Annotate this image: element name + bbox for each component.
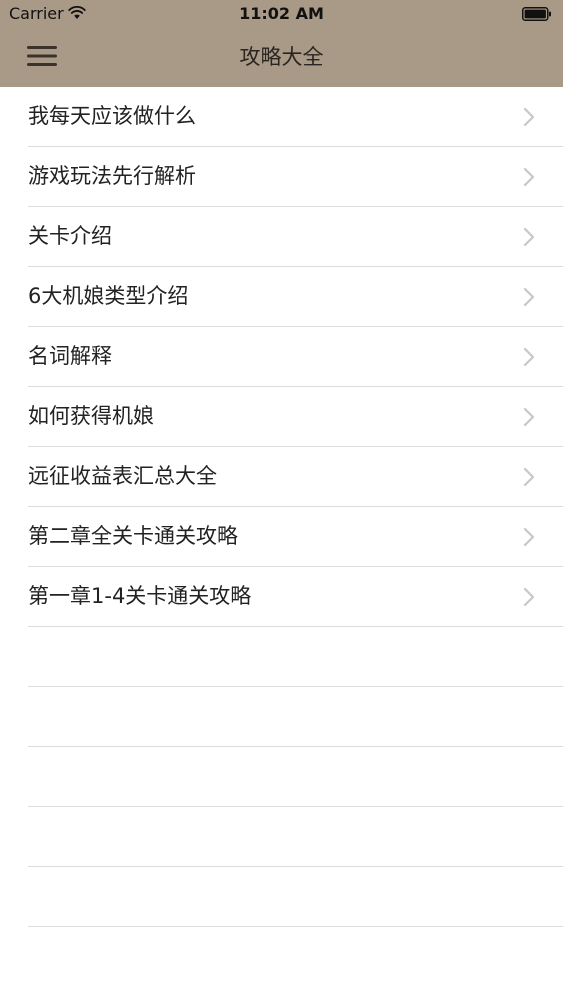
list-item-label: 如何获得机娘 [28,404,154,428]
list-item[interactable]: 6大机娘类型介绍 [0,267,563,327]
empty-row [0,867,563,927]
chevron-right-icon [523,347,535,367]
list-item-label: 6大机娘类型介绍 [28,284,189,308]
empty-row [0,807,563,867]
list-item-label: 名词解释 [28,344,112,368]
list-item[interactable]: 第一章1-4关卡通关攻略 [0,567,563,627]
empty-row [0,687,563,747]
list-item[interactable]: 远征收益表汇总大全 [0,447,563,507]
chevron-right-icon [523,407,535,427]
status-time: 11:02 AM [239,4,324,23]
list-item-label: 远征收益表汇总大全 [28,464,217,488]
empty-row [0,747,563,807]
chevron-right-icon [523,287,535,307]
empty-row [0,627,563,687]
list-item-label: 我每天应该做什么 [28,104,196,128]
list-item-label: 关卡介绍 [28,224,112,248]
list-item[interactable]: 如何获得机娘 [0,387,563,447]
list-item[interactable]: 关卡介绍 [0,207,563,267]
list-item[interactable]: 名词解释 [0,327,563,387]
chevron-right-icon [523,167,535,187]
chevron-right-icon [523,227,535,247]
list-item[interactable]: 游戏玩法先行解析 [0,147,563,207]
guide-list: 我每天应该做什么 游戏玩法先行解析 关卡介绍 6大机娘类型介绍 名词解释 如何获… [0,87,563,927]
list-item[interactable]: 第二章全关卡通关攻略 [0,507,563,567]
list-item-label: 第二章全关卡通关攻略 [28,524,238,548]
page-title: 攻略大全 [239,45,324,69]
chevron-right-icon [523,107,535,127]
battery-icon [522,7,551,21]
status-bar: Carrier 11:02 AM [0,0,563,28]
chevron-right-icon [523,587,535,607]
chevron-right-icon [523,527,535,547]
header: Carrier 11:02 AM 攻略大全 [0,0,563,87]
chevron-right-icon [523,467,535,487]
navigation-bar: 攻略大全 [0,28,563,87]
list-item-label: 第一章1-4关卡通关攻略 [28,584,252,608]
list-item[interactable]: 我每天应该做什么 [0,87,563,147]
list-item-label: 游戏玩法先行解析 [28,164,196,188]
